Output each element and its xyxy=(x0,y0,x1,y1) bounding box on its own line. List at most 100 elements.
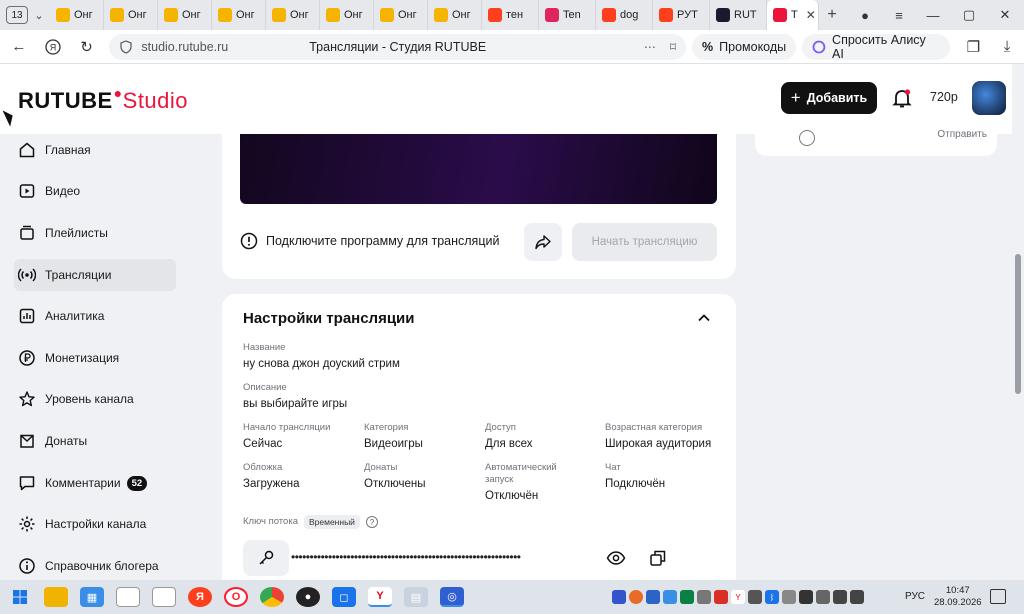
avatar[interactable] xyxy=(972,81,1006,115)
field-value: ну снова джон доуский стрим xyxy=(243,358,400,370)
app-icon-blue[interactable]: ◻ xyxy=(332,587,356,607)
browser-tab[interactable]: Онг xyxy=(428,0,482,30)
add-button[interactable]: + Добавить xyxy=(781,82,877,114)
stream-key-button[interactable] xyxy=(243,540,289,576)
widgets-icon[interactable]: ▦ xyxy=(80,587,104,607)
browser-tab[interactable]: Онг xyxy=(320,0,374,30)
app-icon-active[interactable]: ◎ xyxy=(440,587,464,607)
minimize-icon[interactable]: — xyxy=(916,0,950,30)
browser-tab[interactable]: Онг xyxy=(212,0,266,30)
more-icon[interactable]: ⋯ xyxy=(644,40,656,54)
emoji-icon[interactable] xyxy=(799,130,815,146)
tray-yandex-icon[interactable]: Y xyxy=(731,590,745,604)
browser-tab[interactable]: РУТ xyxy=(653,0,710,30)
sidebar-item-label: Монетизация xyxy=(45,351,120,365)
tab-count-button[interactable]: 13 xyxy=(6,6,28,24)
tab-label: Т xyxy=(791,9,798,21)
key-icon xyxy=(259,550,274,565)
maximize-icon[interactable]: ▢ xyxy=(952,0,986,30)
tray-app-icon-1[interactable] xyxy=(612,590,626,604)
yandex-logo-icon[interactable]: Я xyxy=(36,30,70,64)
new-tab-plus-icon[interactable]: + xyxy=(819,6,845,24)
sidebar-item-donates[interactable]: Донаты xyxy=(14,425,176,457)
sidebar-item-playlists[interactable]: Плейлисты xyxy=(14,217,176,249)
quality-indicator[interactable]: 720p xyxy=(930,90,958,104)
sidebar-item-channel-level[interactable]: Уровень канала xyxy=(14,383,176,415)
share-button[interactable] xyxy=(524,223,562,261)
taskbar-clock[interactable]: 10:47 28.09.2026 xyxy=(934,585,982,609)
tray-app-icon-7[interactable] xyxy=(714,590,728,604)
reload-icon[interactable]: ↻ xyxy=(70,30,104,64)
browser-tab[interactable]: dog xyxy=(596,0,653,30)
tray-app-icon-3[interactable] xyxy=(646,590,660,604)
url-field[interactable]: studio.rutube.ru Трансляции - Студия RUT… xyxy=(109,33,687,60)
window-close-icon[interactable]: ✕ xyxy=(988,0,1022,30)
browser-tab[interactable]: Онг xyxy=(158,0,212,30)
sidebar-item-comments[interactable]: Комментарии 52 xyxy=(14,467,176,499)
yandex-browser-icon[interactable]: Y xyxy=(368,587,392,607)
stream-player[interactable] xyxy=(240,134,717,204)
tray-app-icon-10[interactable] xyxy=(799,590,813,604)
eye-icon[interactable] xyxy=(606,549,626,567)
wifi-icon[interactable] xyxy=(833,590,847,604)
opera-icon[interactable]: O xyxy=(224,587,248,607)
field-category: Категория Видеоигры xyxy=(364,422,423,450)
sidebar-item-blogger-guide[interactable]: Справочник блогера xyxy=(14,550,176,582)
tray-app-icon-4[interactable] xyxy=(663,590,677,604)
battery-icon[interactable] xyxy=(850,590,864,604)
tab-close-icon[interactable]: ✕ xyxy=(806,8,816,22)
blank-document-icon[interactable] xyxy=(116,587,140,607)
tray-app-icon-6[interactable] xyxy=(697,590,711,604)
browser-tab[interactable]: Онг xyxy=(104,0,158,30)
tray-app-icon-2[interactable] xyxy=(629,590,643,604)
browser-tab[interactable]: Онг xyxy=(266,0,320,30)
collections-icon[interactable]: ❐ xyxy=(956,30,990,64)
promo-codes-button[interactable]: % Промокоды xyxy=(692,33,797,60)
tray-app-icon-9[interactable] xyxy=(782,590,796,604)
browser-tab[interactable]: Ten xyxy=(539,0,596,30)
scrollbar-thumb[interactable] xyxy=(1015,254,1021,394)
sidebar-item-label: Плейлисты xyxy=(45,226,108,240)
send-button[interactable]: Отправить xyxy=(937,129,987,140)
sidebar-item-home[interactable]: Главная xyxy=(14,134,176,166)
browser-tab[interactable]: RUT xyxy=(710,0,767,30)
page-title-in-url: Трансляции - Студия RUTUBE xyxy=(309,39,487,54)
bell-icon[interactable] xyxy=(890,86,914,110)
tray-app-icon-8[interactable] xyxy=(748,590,762,604)
tray-app-icon-5[interactable] xyxy=(680,590,694,604)
input-language[interactable]: РУС xyxy=(905,591,925,602)
sidebar-item-channel-settings[interactable]: Настройки канала xyxy=(14,508,176,540)
back-arrow-icon[interactable]: ← xyxy=(2,30,36,64)
download-icon[interactable]: ⤓ xyxy=(990,30,1024,64)
obs-icon[interactable]: ● xyxy=(296,587,320,607)
help-icon[interactable]: ? xyxy=(365,516,378,528)
yandex-icon[interactable]: Я xyxy=(188,587,212,607)
copy-icon[interactable] xyxy=(649,549,667,567)
blank-document-icon-2[interactable] xyxy=(152,587,176,607)
sidebar-item-streams[interactable]: Трансляции xyxy=(14,259,176,291)
windows-start-icon[interactable] xyxy=(8,587,32,607)
bluetooth-icon[interactable]: ᛒ xyxy=(765,590,779,604)
browser-tab[interactable]: Онг xyxy=(374,0,428,30)
tab-list-chevron-icon[interactable]: ⌄ xyxy=(28,9,50,22)
sidebar-item-analytics[interactable]: Аналитика xyxy=(14,300,176,332)
photos-icon[interactable]: ▤ xyxy=(404,587,428,607)
sidebar-item-video[interactable]: Видео xyxy=(14,175,176,207)
warning-icon xyxy=(240,232,258,250)
chevron-up-icon[interactable] xyxy=(696,310,712,326)
volume-icon[interactable] xyxy=(816,590,830,604)
browser-tab[interactable]: тен xyxy=(482,0,539,30)
page-scrollbar[interactable] xyxy=(1012,64,1024,580)
notification-center-icon[interactable] xyxy=(990,589,1006,604)
rutube-studio-logo[interactable]: RUTUBE ● Studio xyxy=(18,85,188,114)
profile-icon[interactable]: ● xyxy=(848,0,882,30)
sidebar-item-monetization[interactable]: Монетизация xyxy=(14,342,176,374)
bookmark-icon[interactable]: ⌑ xyxy=(670,40,676,54)
start-stream-button[interactable]: Начать трансляцию xyxy=(572,223,717,261)
file-explorer-icon[interactable] xyxy=(44,587,68,607)
menu-icon[interactable]: ≡ xyxy=(882,0,916,30)
browser-tab[interactable]: Онг xyxy=(50,0,104,30)
browser-tab-active[interactable]: Т ✕ xyxy=(767,0,819,30)
ask-alice-button[interactable]: Спросить Алису AI xyxy=(802,33,951,61)
chrome-icon[interactable] xyxy=(260,587,284,607)
